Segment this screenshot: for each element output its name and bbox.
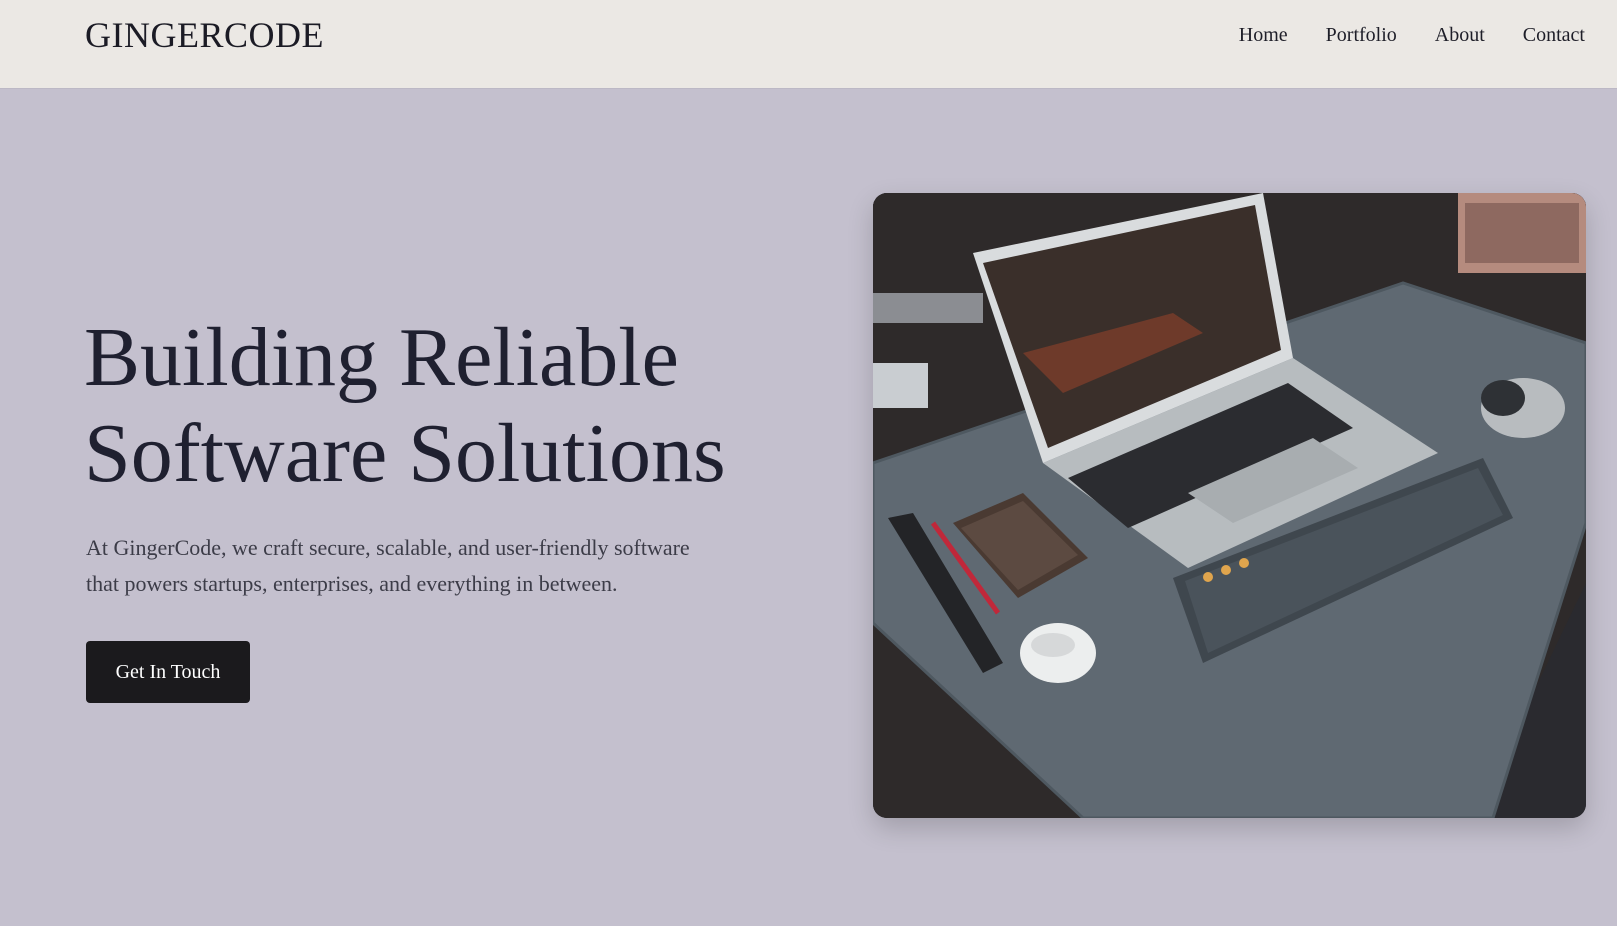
get-in-touch-button[interactable]: Get In Touch	[86, 641, 250, 703]
brand-logo[interactable]: GINGERCODE	[85, 14, 324, 56]
hero-image	[873, 193, 1586, 818]
nav-home[interactable]: Home	[1239, 24, 1288, 47]
main-nav: Home Portfolio About Contact	[1239, 24, 1585, 47]
hero-title-line-1: Building Reliable	[84, 311, 679, 404]
nav-portfolio[interactable]: Portfolio	[1326, 24, 1397, 47]
desk-setup-photo	[873, 193, 1586, 818]
hero-title: Building Reliable Software Solutions	[84, 310, 804, 502]
hero-description: At GingerCode, we craft secure, scalable…	[86, 535, 690, 596]
nav-about[interactable]: About	[1435, 24, 1485, 47]
site-header: GINGERCODE Home Portfolio About Contact	[0, 0, 1617, 88]
nav-contact[interactable]: Contact	[1523, 24, 1585, 47]
hero-title-line-2: Software Solutions	[84, 407, 726, 500]
